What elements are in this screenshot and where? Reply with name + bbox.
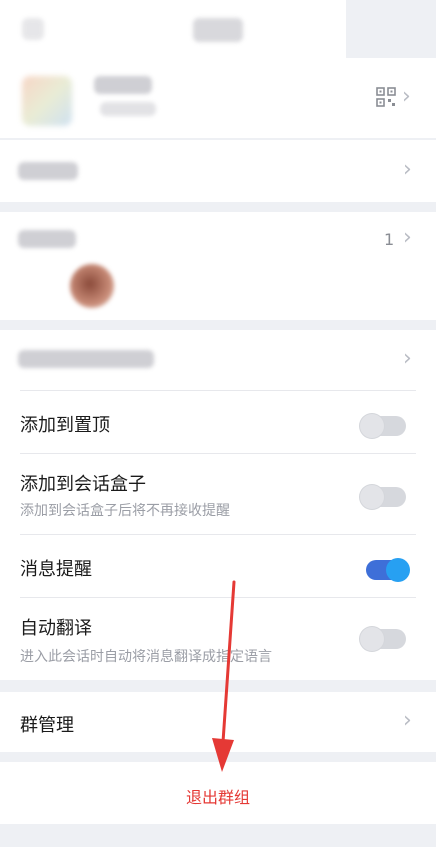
exit-group-label: 退出群组 <box>185 788 250 807</box>
toggle-knob <box>360 485 384 509</box>
page-title <box>193 18 243 42</box>
qr-code-icon[interactable] <box>376 87 396 107</box>
setting-pin-to-top: 添加到置顶 <box>0 391 436 453</box>
setting-label: 自动翻译 <box>20 618 92 639</box>
bottom-area <box>0 824 436 847</box>
setting-auto-translate: 自动翻译 进入此会话时自动将消息翻译成指定语言 <box>0 598 436 680</box>
toggle-knob <box>360 627 384 651</box>
row-label-blurred <box>18 350 154 368</box>
group-manage-label: 群管理 <box>20 715 74 736</box>
section-gap <box>0 320 436 330</box>
group-subtitle <box>100 102 156 116</box>
chevron-right-icon: › <box>403 708 412 733</box>
group-manage-row[interactable]: 群管理 › <box>0 692 436 752</box>
group-name <box>94 76 152 94</box>
exit-group-button[interactable]: 退出群组 <box>0 762 436 824</box>
setting-sublabel: 添加到会话盒子后将不再接收提醒 <box>20 503 230 519</box>
member-count: 1 <box>384 230 395 249</box>
chevron-right-icon: › <box>403 225 412 250</box>
member-avatar[interactable] <box>70 264 114 308</box>
group-notice-row[interactable]: › <box>0 330 436 390</box>
group-profile-row[interactable]: › <box>0 58 436 138</box>
section-gap <box>0 752 436 762</box>
toggle-knob <box>386 558 410 582</box>
members-section[interactable]: 1 › <box>0 212 436 320</box>
setting-message-alert: 消息提醒 <box>0 535 436 597</box>
setting-sublabel: 进入此会话时自动将消息翻译成指定语言 <box>20 649 272 665</box>
members-label-blurred <box>18 230 76 248</box>
section-gap <box>0 680 436 692</box>
group-avatar <box>22 76 72 126</box>
setting-label: 添加到会话盒子 <box>20 474 146 495</box>
section-gap <box>0 202 436 212</box>
setting-label: 添加到置顶 <box>20 415 110 436</box>
chevron-right-icon: › <box>403 346 412 371</box>
header-bar <box>0 0 346 58</box>
group-info-row[interactable]: › <box>0 140 436 202</box>
chevron-right-icon: › <box>402 84 411 109</box>
chevron-right-icon: › <box>403 157 412 182</box>
back-arrow-icon[interactable] <box>22 18 44 40</box>
row-label-blurred <box>18 162 78 180</box>
toggle-knob <box>360 414 384 438</box>
setting-conversation-box: 添加到会话盒子 添加到会话盒子后将不再接收提醒 <box>0 454 436 534</box>
settings-list: 添加到置顶 添加到会话盒子 添加到会话盒子后将不再接收提醒 消息提醒 自动翻译 … <box>0 390 436 680</box>
setting-label: 消息提醒 <box>20 559 92 580</box>
